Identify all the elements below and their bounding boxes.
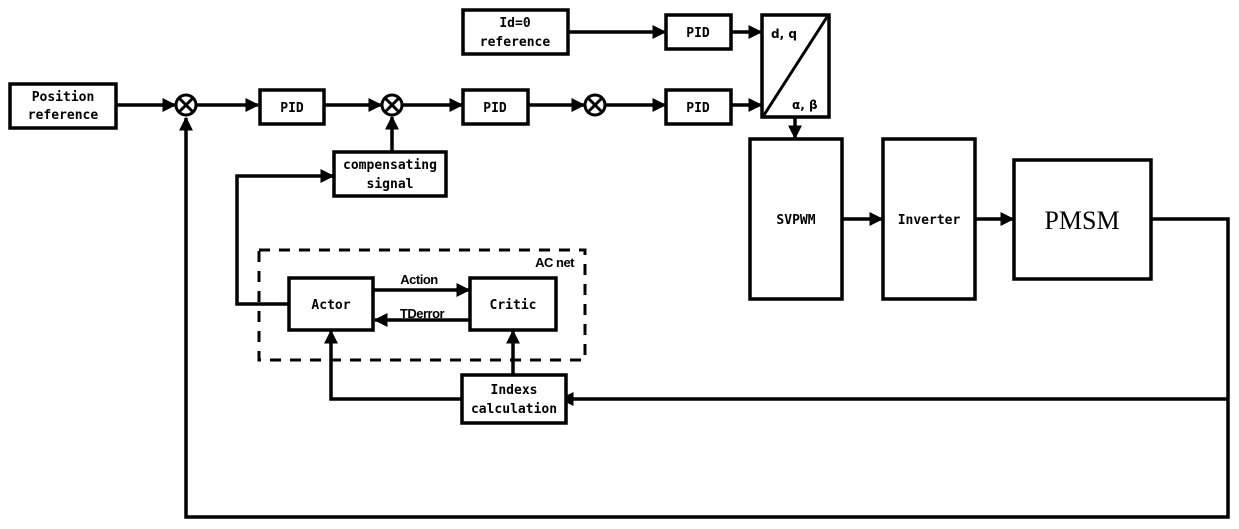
inverter-block: Inverter [881,137,977,301]
svpwm-label: SVPWM [776,213,815,228]
tderror-edge-label: TDerror [400,306,445,321]
id-reference-line2: reference [480,35,551,50]
pid-position-label: PID [280,101,304,116]
actor-label: Actor [311,298,350,313]
critic-block: Critic [468,276,558,332]
id-reference-block: Id=0 reference [461,8,570,56]
pid-iq-block: PID [664,88,733,126]
actor-block: Actor [287,276,375,332]
summing-junction-position [174,93,198,117]
pid-speed-label: PID [483,101,507,116]
transform-top-label: d, q [771,27,797,41]
compensating-signal-block: compensating signal [332,150,448,198]
pmsm-label: PMSM [1044,206,1119,235]
position-reference-block: Position reference [8,82,118,130]
pid-position-block: PID [258,88,326,126]
id-reference-line1: Id=0 [499,16,530,31]
compensating-signal-line1: compensating [343,158,437,173]
transform-bottom-label: α, β [792,98,818,112]
indexs-calculation-line1: Indexs [491,383,538,398]
pid-iq-label: PID [686,101,710,116]
ac-net-label: AC net [535,255,575,270]
pmsm-block: PMSM [1012,158,1153,281]
pid-id-block: PID [664,13,733,51]
position-reference-line1: Position [32,90,95,105]
action-edge-label: Action [400,272,438,287]
critic-label: Critic [490,298,537,313]
summing-junction-speed [380,93,404,117]
pid-id-label: PID [686,26,710,41]
svpwm-block: SVPWM [748,137,844,301]
dq-to-alphabeta-transform-block: d, q α, β [760,13,831,119]
indexs-calculation-line2: calculation [471,402,557,417]
compensating-signal-line2: signal [367,177,414,192]
indexs-calculation-block: Indexs calculation [460,373,568,425]
control-block-diagram: AC net Position reference Id=0 reference… [8,8,1230,519]
inverter-label: Inverter [898,213,961,228]
pid-speed-block: PID [461,88,530,126]
position-reference-line2: reference [28,108,99,123]
summing-junction-current [583,93,607,117]
wire-indexs-to-actor [324,329,462,401]
